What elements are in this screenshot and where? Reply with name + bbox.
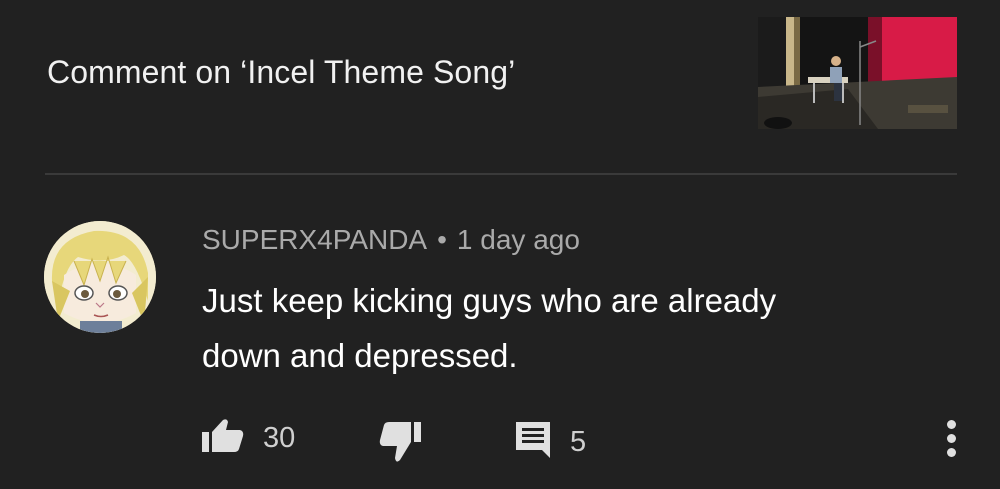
page-title: Comment on ‘Incel Theme Song’	[47, 54, 516, 90]
like-count: 30	[263, 422, 296, 454]
like-button[interactable]: 30	[201, 418, 295, 459]
dislike-button[interactable]	[378, 420, 422, 469]
comment-text-line: Just keep kicking guys who are already	[202, 282, 777, 319]
video-thumbnail[interactable]	[758, 17, 957, 129]
divider	[45, 173, 957, 175]
header: Comment on ‘Incel Theme Song’	[0, 0, 1000, 172]
reply-button[interactable]: 5	[514, 420, 586, 465]
comment-author[interactable]: SUPERX4PANDA	[202, 224, 427, 255]
thumbs-up-icon	[201, 418, 245, 459]
comment-text: Just keep kicking guys who are already d…	[202, 273, 922, 383]
comment-text-line: down and depressed.	[202, 337, 518, 374]
comment-icon	[514, 420, 552, 465]
thumbs-down-icon	[378, 420, 422, 469]
comment-time: 1 day ago	[456, 224, 580, 255]
avatar-image	[44, 221, 156, 333]
avatar[interactable]	[44, 221, 156, 333]
more-vertical-icon[interactable]	[938, 420, 964, 462]
comment-meta: SUPERX4PANDA • 1 day ago	[202, 224, 580, 256]
meta-separator: •	[437, 224, 447, 255]
reply-count: 5	[570, 426, 587, 458]
video-thumbnail-image	[758, 17, 957, 129]
